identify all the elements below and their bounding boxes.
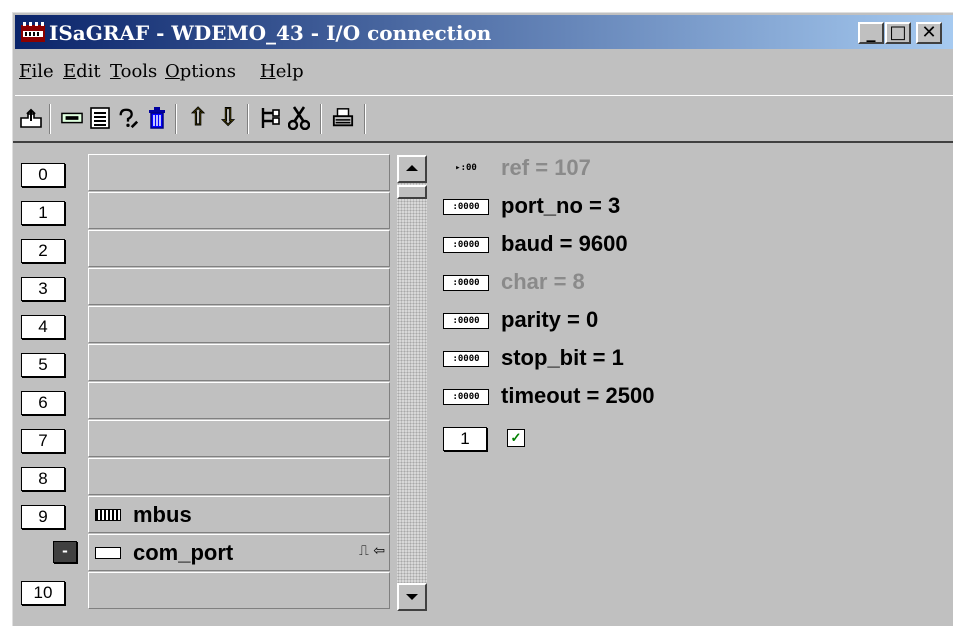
param-text: ref = 107 (501, 155, 591, 180)
menu-label-rest: ools (120, 61, 158, 82)
menu-mnemonic: T (110, 61, 121, 82)
slot-cell-1[interactable] (88, 192, 390, 229)
slot-cell-9[interactable]: mbus (88, 496, 390, 533)
param-type-icon: :0000 (443, 389, 489, 405)
board-icon[interactable] (61, 107, 83, 129)
channel-number[interactable]: 1 (443, 427, 487, 451)
slot-number[interactable]: 1 (21, 201, 65, 225)
param-type-icon: :0000 (443, 313, 489, 329)
print-icon[interactable] (332, 107, 354, 129)
slot-cell-5[interactable] (88, 344, 390, 381)
slot-label: com_port (133, 540, 234, 565)
up-arrow-glyph: ⇧ (187, 104, 209, 131)
toolbar-separator (247, 104, 249, 134)
port-icon (95, 547, 121, 559)
menu-label-rest: ptions (179, 61, 236, 82)
scroll-down-button[interactable] (397, 583, 427, 611)
scroll-thumb[interactable] (397, 185, 427, 199)
toolbar-separator (364, 104, 366, 134)
param-text: baud = 9600 (501, 231, 628, 256)
signal-icon: ⎍ ⇦ (359, 543, 385, 559)
param-text: stop_bit = 1 (501, 345, 624, 370)
menu-edit[interactable]: Edit (63, 61, 101, 82)
list-icon[interactable] (89, 107, 111, 129)
slot-number[interactable]: 5 (21, 353, 65, 377)
minimize-icon: _ (866, 22, 876, 43)
close-button[interactable]: ✕ (916, 22, 942, 44)
menu-file[interactable]: File (19, 61, 54, 82)
param-type-icon: :0000 (443, 275, 489, 291)
down-arrow-icon[interactable]: ⇩ (217, 104, 239, 131)
maximize-icon: □ (889, 22, 907, 43)
param-type-icon: :0000 (443, 199, 489, 215)
maximize-button[interactable]: □ (885, 22, 911, 44)
arrow-up-icon (406, 165, 418, 171)
param-text: port_no = 3 (501, 193, 621, 218)
param-type-icon: :0000 (443, 237, 489, 253)
isagraf-window: ISaGRAF - WDEMO_43 - I/O connection _ □ … (12, 12, 953, 626)
menu-label-rest: dit (76, 61, 101, 82)
slot-cell-6[interactable] (88, 382, 390, 419)
menu-mnemonic: E (63, 61, 77, 82)
slot-number[interactable]: 6 (21, 391, 65, 415)
arrow-down-icon (406, 594, 418, 600)
slot-label: mbus (133, 502, 192, 527)
slot-cell-3[interactable] (88, 268, 390, 305)
hierarchy-icon[interactable] (259, 107, 281, 129)
param-text: timeout = 2500 (501, 383, 655, 408)
rack-icon (95, 509, 121, 521)
cut-icon[interactable] (288, 106, 310, 130)
minimize-button[interactable]: _ (858, 22, 884, 44)
menu-mnemonic: O (165, 61, 180, 82)
menu-bar: File Edit Tools Options Help (15, 53, 953, 87)
channel-status-icon[interactable]: ✓ (507, 429, 525, 447)
toolbar-separator (320, 104, 322, 134)
slot-number[interactable]: 7 (21, 429, 65, 453)
slot-number[interactable]: 0 (21, 163, 65, 187)
menu-tools[interactable]: Tools (110, 61, 157, 82)
close-icon: ✕ (921, 22, 937, 43)
slot-cell-2[interactable] (88, 230, 390, 267)
slot-number[interactable]: 4 (21, 315, 65, 339)
up-arrow-icon[interactable]: ⇧ (187, 104, 209, 131)
slot-cell-7[interactable] (88, 420, 390, 457)
param-text: char = 8 (501, 269, 585, 294)
menu-mnemonic: H (260, 61, 276, 82)
toolbar: ⇧ ⇩ (15, 95, 953, 142)
param-type-icon: :0000 (443, 351, 489, 367)
slot-cell-10[interactable] (88, 572, 390, 609)
delete-icon[interactable] (146, 107, 168, 129)
window-title: ISaGRAF - WDEMO_43 - I/O connection (49, 21, 492, 45)
slot-number[interactable]: 8 (21, 467, 65, 491)
slot-cell-4[interactable] (88, 306, 390, 343)
menu-help[interactable]: Help (260, 61, 304, 82)
slot-cell-8[interactable] (88, 458, 390, 495)
slot-number-selected[interactable]: - (53, 541, 77, 563)
menu-options[interactable]: Options (165, 61, 236, 82)
menu-mnemonic: F (19, 61, 32, 82)
menu-label-rest: elp (275, 61, 304, 82)
app-icon (21, 22, 45, 42)
slot-number[interactable]: 3 (21, 277, 65, 301)
title-bar[interactable]: ISaGRAF - WDEMO_43 - I/O connection _ □ … (15, 15, 953, 49)
slot-number[interactable]: 9 (21, 505, 65, 529)
check-icon: ✓ (510, 430, 522, 445)
open-icon[interactable] (20, 107, 42, 129)
menu-label-rest: ile (31, 61, 54, 82)
slot-number[interactable]: 2 (21, 239, 65, 263)
slot-cell-0[interactable] (88, 154, 390, 191)
vertical-scrollbar[interactable] (397, 155, 427, 611)
toolbar-separator (175, 104, 177, 134)
slot-number[interactable]: 10 (21, 581, 65, 605)
slot-cell-com-port[interactable]: com_port ⎍ ⇦ (88, 534, 390, 571)
scroll-up-button[interactable] (397, 155, 427, 183)
param-type-icon: ▸:00 (443, 161, 489, 177)
down-arrow-glyph: ⇩ (217, 104, 239, 131)
param-text: parity = 0 (501, 307, 599, 332)
question-icon[interactable] (117, 107, 139, 129)
toolbar-separator (49, 104, 51, 134)
toolbar-divider (13, 141, 953, 143)
